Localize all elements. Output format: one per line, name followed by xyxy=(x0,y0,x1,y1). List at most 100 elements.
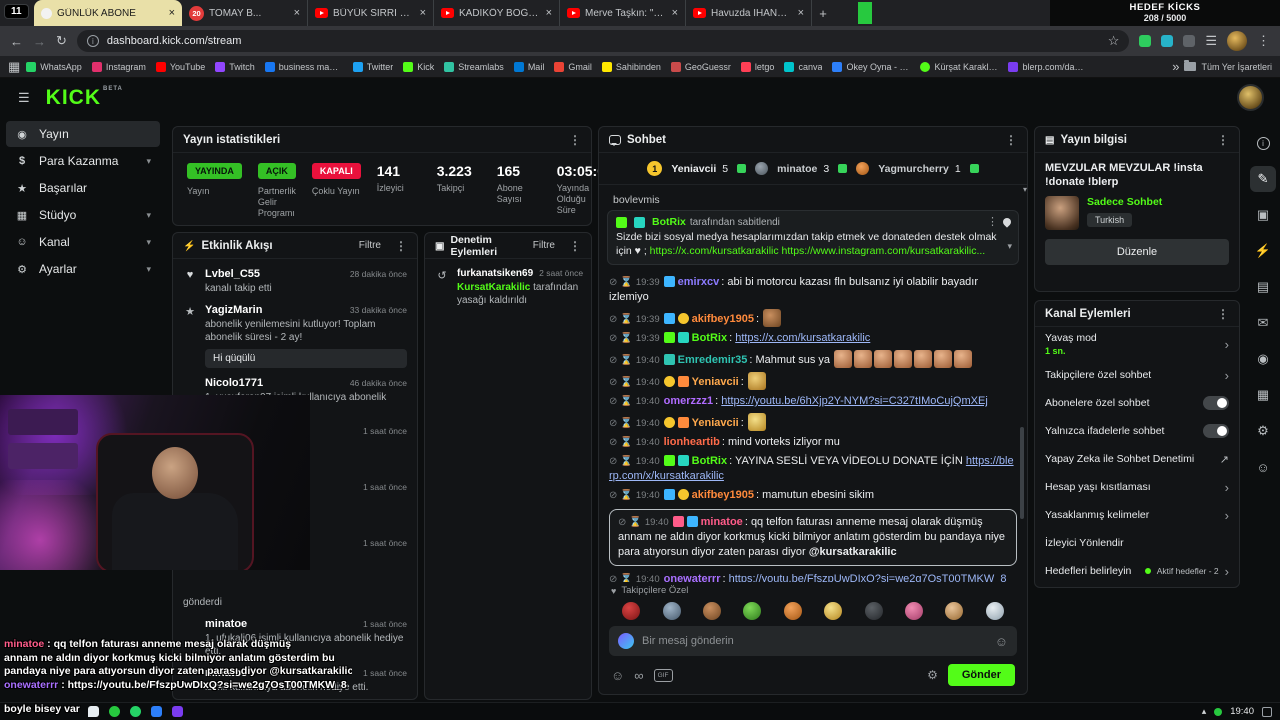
chat-menu-icon[interactable] xyxy=(1005,133,1017,147)
timeout-user-icon[interactable] xyxy=(620,396,632,407)
timeout-user-icon[interactable] xyxy=(620,456,632,467)
bookmark-kursat-karaklic[interactable]: Kürşat Karaklıç (@k... xyxy=(916,61,1002,72)
sidebar-item-basarilar[interactable]: Başarılar xyxy=(6,175,160,201)
tab-merve-taskin[interactable]: Merve Taşkın: "Türkiye'nin Beni... xyxy=(560,0,686,26)
pinned-link[interactable]: https://www.instagram.com/kursatkarakili… xyxy=(782,245,986,257)
facepalm-emote[interactable] xyxy=(874,350,893,368)
close-tab-icon[interactable] xyxy=(798,7,804,19)
delete-message-icon[interactable] xyxy=(609,437,617,448)
quick-emote[interactable] xyxy=(985,602,1004,620)
chat-settings-icon[interactable] xyxy=(927,668,938,682)
delete-message-icon[interactable] xyxy=(609,277,617,288)
timeout-user-icon[interactable] xyxy=(620,277,632,288)
tab-kadikoy-bogasi[interactable]: KADIKÖY BOĞASI @Asitmen İ... xyxy=(434,0,560,26)
community-icon[interactable] xyxy=(1250,454,1276,480)
panel-menu-icon[interactable] xyxy=(569,133,581,147)
bookmark-geoguessr[interactable]: GeoGuessr xyxy=(667,61,735,72)
facepalm-emote[interactable] xyxy=(934,350,953,368)
chat-scrollbar[interactable] xyxy=(1020,427,1024,519)
action-ai-moderation[interactable]: Yapay Zeka ile Sohbet Denetimi xyxy=(1035,445,1239,473)
tab-buyuk-sirri[interactable]: BÜYÜK SIRRI ÇÖ... xyxy=(308,0,434,26)
chat-username[interactable]: minatoe xyxy=(701,516,748,528)
leaderboard-collapse-handle[interactable] xyxy=(1023,185,1027,194)
delete-message-icon[interactable] xyxy=(609,490,617,501)
profile-avatar[interactable] xyxy=(1237,84,1264,111)
timeout-user-icon[interactable] xyxy=(620,490,632,501)
filter-button[interactable]: Filtre xyxy=(533,240,555,251)
infinity-icon[interactable] xyxy=(634,668,643,683)
quick-emote[interactable] xyxy=(743,602,762,620)
leaderboard-user[interactable]: Yeniavcii xyxy=(671,163,716,175)
chat-username[interactable]: omerzzz1 xyxy=(664,395,719,407)
bookmark-star-icon[interactable] xyxy=(1108,33,1120,49)
close-tab-icon[interactable] xyxy=(294,7,300,19)
bookmark-canva[interactable]: canva xyxy=(780,61,826,72)
sidebar-item-yayin[interactable]: Yayın xyxy=(6,121,160,147)
chat-username[interactable]: BotRix xyxy=(692,455,733,467)
obs-app-icon[interactable] xyxy=(172,706,183,717)
all-bookmarks-button[interactable]: Tüm Yer İşaretleri xyxy=(1172,59,1272,74)
bookmark-kick[interactable]: Kick xyxy=(399,61,438,72)
bookmark-whatsapp[interactable]: WhatsApp xyxy=(22,61,86,72)
chat-username[interactable]: lionheartib xyxy=(664,436,725,448)
delete-message-icon[interactable] xyxy=(609,333,617,344)
quick-emote[interactable] xyxy=(945,602,964,620)
chat-username[interactable]: emirxcv xyxy=(678,276,725,288)
clips-icon[interactable] xyxy=(1250,202,1276,228)
messages-icon[interactable] xyxy=(1250,310,1276,336)
close-tab-icon[interactable] xyxy=(169,7,175,19)
sidebar-item-para-kazanma[interactable]: Para Kazanma xyxy=(6,148,160,174)
tab-tomay[interactable]: 20 TOMAY B... xyxy=(182,0,308,26)
leaderboard-user[interactable]: minatoe xyxy=(777,163,817,175)
back-icon[interactable] xyxy=(10,34,23,49)
card-icon[interactable] xyxy=(1250,274,1276,300)
timeout-user-icon[interactable] xyxy=(620,377,632,388)
kick-logo[interactable]: KICK BETA xyxy=(46,86,123,110)
whatsapp-icon[interactable] xyxy=(130,706,141,717)
panel-menu-icon[interactable] xyxy=(1217,133,1229,147)
bookmark-okey-oyna[interactable]: Okey Oyna - Canlı 1... xyxy=(828,61,914,72)
quick-emote[interactable] xyxy=(702,602,721,620)
category-label[interactable]: Sadece Sohbet xyxy=(1087,196,1162,208)
panel-menu-icon[interactable] xyxy=(395,239,407,253)
forward-icon[interactable] xyxy=(33,34,46,49)
bookmark-twitch[interactable]: Twitch xyxy=(211,61,259,72)
sidebar-item-studyo[interactable]: Stüdyo xyxy=(6,202,160,228)
sidebar-item-kanal[interactable]: Kanal xyxy=(6,229,160,255)
emote-only-toggle[interactable] xyxy=(1203,424,1229,438)
sidebar-item-ayarlar[interactable]: Ayarlar xyxy=(6,256,160,282)
chat-app-icon[interactable] xyxy=(88,706,99,717)
bookmark-youtube[interactable]: YouTube xyxy=(152,61,209,72)
extension-menu-icon[interactable] xyxy=(1205,33,1217,49)
address-text[interactable]: dashboard.kick.com/stream xyxy=(107,35,1100,47)
browser-profile-avatar[interactable] xyxy=(1227,31,1247,51)
adblock-extension-icon[interactable] xyxy=(1139,35,1152,47)
timeout-user-icon[interactable] xyxy=(620,437,632,448)
tray-expand-icon[interactable] xyxy=(1202,706,1207,717)
action-account-age[interactable]: Hesap yaşı kısıtlaması xyxy=(1035,473,1239,501)
chat-username[interactable]: akifbey1905 xyxy=(692,489,759,501)
facepalm-emote[interactable] xyxy=(914,350,933,368)
delete-message-icon[interactable] xyxy=(609,355,617,366)
close-tab-icon[interactable] xyxy=(672,7,678,19)
tray-app-icon[interactable] xyxy=(1214,707,1223,716)
reload-icon[interactable] xyxy=(56,33,67,49)
extension-icon[interactable] xyxy=(1161,35,1174,47)
bookmark-business-manager[interactable]: business manager xyxy=(261,61,347,72)
emote-icon[interactable] xyxy=(611,668,624,683)
bookmark-twitter[interactable]: Twitter xyxy=(349,61,398,72)
bookmark-blerp[interactable]: blerp.com/dashboar... xyxy=(1004,61,1090,72)
new-tab-button[interactable] xyxy=(812,2,834,24)
action-banned-words[interactable]: Yasaklanmış kelimeler xyxy=(1035,501,1239,529)
delete-message-icon[interactable] xyxy=(609,377,617,388)
grid-icon[interactable] xyxy=(1250,382,1276,408)
url-bar[interactable]: dashboard.kick.com/stream xyxy=(76,30,1130,52)
facepalm-emote[interactable] xyxy=(854,350,873,368)
subscribers-only-toggle[interactable] xyxy=(1203,396,1229,410)
laugh-emote[interactable] xyxy=(747,413,766,431)
pinned-link[interactable]: https://x.com/kursatkarakilic xyxy=(650,245,779,257)
facepalm-emote[interactable] xyxy=(834,350,853,368)
tab-gunluk-abone[interactable]: GÜNLÜK ABONE xyxy=(34,0,182,26)
pinned-expand-icon[interactable] xyxy=(1007,241,1012,252)
lightning-icon[interactable] xyxy=(1250,238,1276,264)
